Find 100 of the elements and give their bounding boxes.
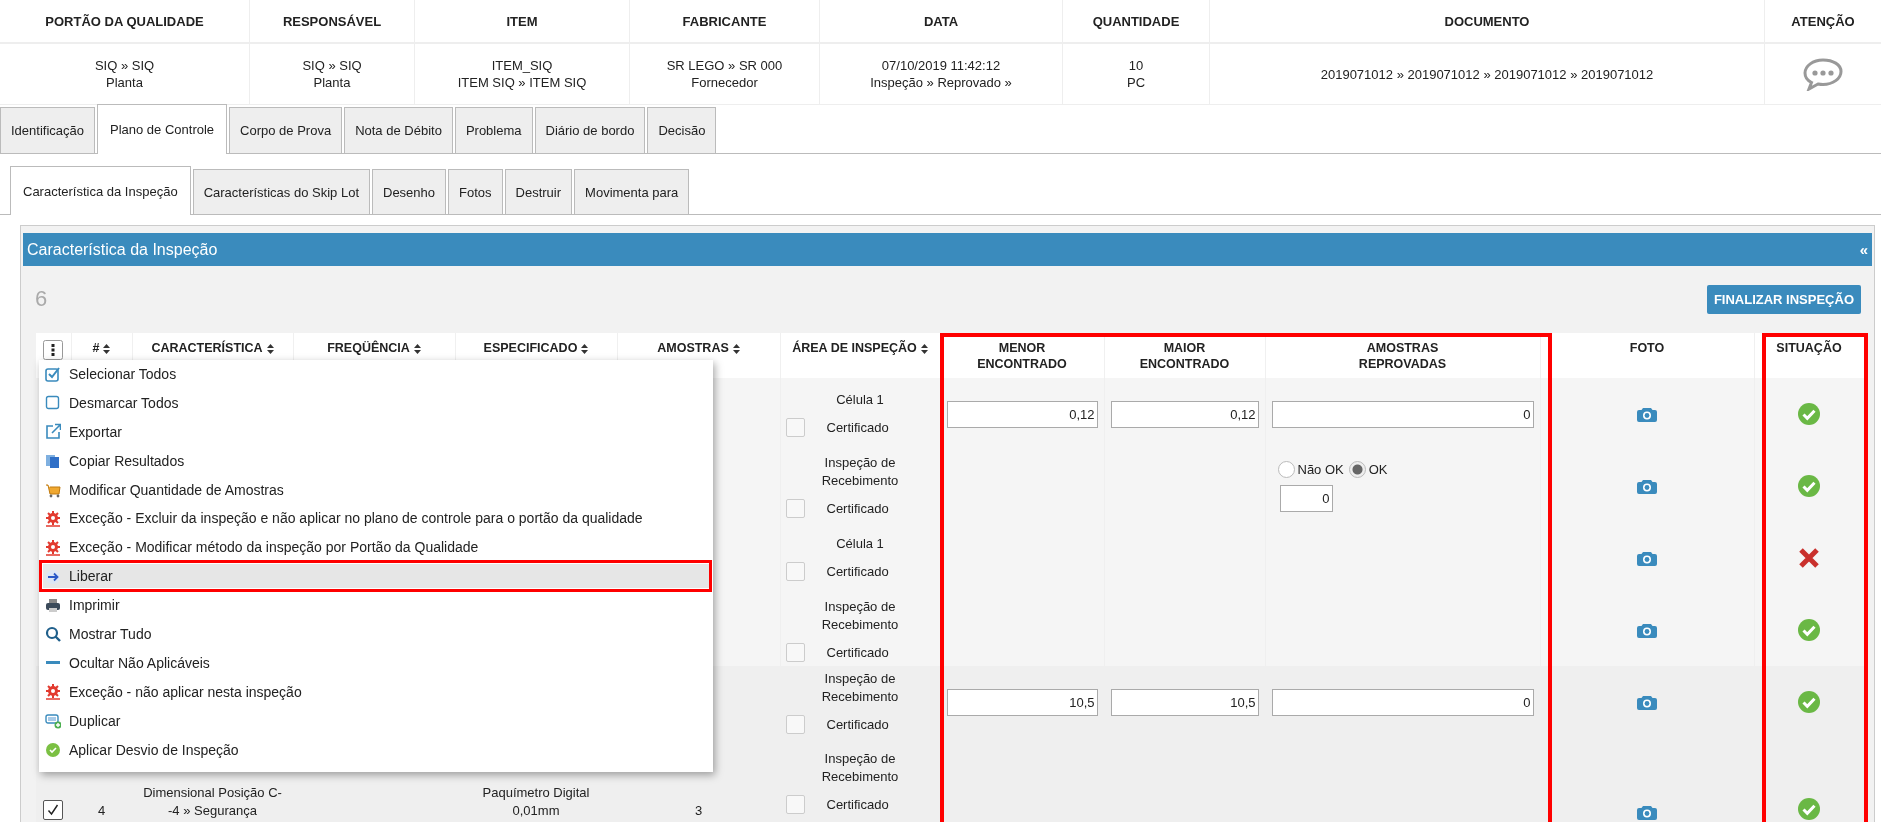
checkbox-checked-icon [45, 365, 61, 383]
radio-button[interactable] [1277, 461, 1295, 478]
camera-icon[interactable] [1637, 478, 1657, 494]
cell-text: SIQ » SIQ [302, 57, 362, 74]
tab[interactable]: Diário de bordo [534, 107, 646, 153]
rejected-samples-field[interactable]: 0 [1271, 400, 1534, 428]
column-header: RESPONSÁVEL [250, 0, 414, 44]
radio-button[interactable] [1348, 461, 1366, 478]
tab[interactable]: Identificação [0, 107, 95, 153]
tab[interactable]: Corpo de Prova [229, 107, 343, 153]
certified-checkbox[interactable] [785, 795, 805, 814]
more-options-button[interactable] [43, 340, 64, 360]
column-header: DOCUMENTO [1210, 0, 1764, 44]
camera-icon[interactable] [1637, 694, 1657, 710]
search-icon [45, 625, 61, 643]
column-header: ITEM [415, 0, 629, 44]
certified-label: Certificado [826, 562, 889, 581]
tab[interactable]: Movimenta para [574, 169, 690, 214]
menu-item[interactable]: Exportar [43, 419, 709, 444]
finish-inspection-button[interactable]: FINALIZAR INSPEÇÃO [1706, 284, 1861, 314]
tab[interactable]: Características do Skip Lot [192, 169, 370, 214]
checkbox-empty-icon [45, 394, 61, 412]
column-header[interactable]: FREQÜÊNCIA [327, 340, 410, 356]
samples-count: 3 [694, 803, 703, 818]
certified-checkbox[interactable] [785, 499, 805, 518]
certified-checkbox[interactable] [785, 418, 805, 437]
column-header: ATENÇÃO [1765, 0, 1881, 44]
cell-text: Fornecedor [691, 74, 758, 91]
camera-icon[interactable] [1637, 622, 1657, 638]
cell-text: Planta [313, 74, 351, 91]
inspection-area-text: Inspeção de Recebimento [820, 670, 900, 706]
column-header[interactable]: # [92, 340, 100, 356]
menu-item[interactable]: Desmarcar Todos [43, 390, 709, 415]
certified-label: Certificado [826, 643, 889, 662]
menu-item[interactable]: Selecionar Todos [43, 362, 709, 386]
menu-item[interactable]: Mostrar Tudo [43, 622, 709, 646]
inspection-area-text: Célula 1 [835, 391, 885, 409]
certified-checkbox[interactable] [785, 643, 805, 662]
min-found-field[interactable]: 0,12 [946, 400, 1098, 428]
characteristic-text: Dimensional Posição C- -4 » Segurança [143, 784, 282, 820]
cell-text: ITEM_SIQ [491, 57, 553, 74]
cell-text: Inspeção » Reprovado » [870, 74, 1012, 91]
sort-icon[interactable] [266, 343, 274, 354]
camera-icon[interactable] [1637, 550, 1657, 566]
menu-item[interactable]: Ocultar Não Aplicáveis [43, 650, 709, 675]
check-badge-icon [45, 741, 61, 759]
sort-icon[interactable] [732, 343, 740, 354]
tab[interactable]: Fotos [448, 169, 503, 214]
inspection-area-text: Inspeção de Recebimento [820, 598, 900, 634]
certified-checkbox[interactable] [785, 715, 805, 734]
sort-icon[interactable] [920, 343, 928, 354]
column-header: FABRICANTE [630, 0, 819, 44]
panel-title: Característica da Inspeção [27, 240, 218, 259]
menu-item[interactable]: Modificar Quantidade de Amostras [43, 477, 709, 502]
menu-item[interactable]: Exceção - Excluir da inspeção e não aplicar no plano de controle para o portão da qualidade [43, 506, 709, 531]
cart-icon [45, 481, 61, 499]
max-found-field[interactable]: 0,12 [1110, 400, 1259, 428]
tab[interactable]: Destruir [504, 169, 573, 214]
menu-item[interactable]: Duplicar [43, 708, 709, 733]
duplicate-icon [45, 712, 61, 730]
column-header: SITUAÇÃO [1776, 340, 1842, 356]
menu-item[interactable]: Exceção - Modificar método da inspeção por Portão da Qualidade [43, 535, 709, 560]
tab[interactable]: Problema [454, 107, 533, 153]
printer-icon [45, 596, 61, 614]
cell-text: Planta [106, 74, 143, 91]
row-checkbox[interactable] [43, 800, 64, 820]
rejected-samples-field[interactable]: 0 [1271, 688, 1534, 716]
camera-icon[interactable] [1637, 804, 1657, 820]
tab[interactable]: Plano de Controle [97, 104, 228, 154]
column-header: FOTO [1629, 340, 1665, 356]
gear-icon [45, 683, 61, 701]
cell-text: PC [1126, 74, 1146, 91]
minus-icon [46, 661, 60, 665]
menu-item[interactable]: Imprimir [43, 593, 709, 618]
menu-item[interactable]: Aplicar Desvio de Inspeção [43, 737, 709, 762]
column-header: DATA [820, 0, 1062, 44]
cell-text: 2019071012 » 2019071012 » 2019071012 » 2019071012 [1320, 65, 1654, 83]
certified-label: Certificado [826, 795, 889, 814]
inspection-area-text: Inspeção de Recebimento [820, 750, 900, 786]
gear-icon [45, 538, 61, 556]
collapse-button[interactable]: « [1859, 241, 1868, 258]
tab[interactable]: Nota de Débito [344, 107, 453, 153]
column-header[interactable]: AMOSTRAS [657, 340, 729, 356]
speech-bubble-icon[interactable] [1803, 57, 1843, 91]
camera-icon[interactable] [1637, 406, 1657, 422]
sort-icon[interactable] [581, 343, 589, 354]
inspection-area-text: Inspeção de Recebimento [820, 454, 900, 490]
sort-icon[interactable] [103, 343, 111, 354]
certified-checkbox[interactable] [785, 562, 805, 581]
gear-icon [45, 509, 61, 527]
menu-item[interactable]: Copiar Resultados [43, 448, 709, 473]
menu-item[interactable]: Exceção - não aplicar nesta inspeção [43, 679, 709, 704]
cell-text: SIQ » SIQ [94, 57, 155, 74]
max-found-field[interactable]: 10,5 [1110, 688, 1259, 716]
tab[interactable]: Decisão [647, 107, 717, 153]
sort-icon[interactable] [413, 343, 421, 354]
rejected-samples-field[interactable]: 0 [1279, 484, 1333, 512]
tab[interactable]: Desenho [372, 169, 447, 214]
min-found-field[interactable]: 10,5 [946, 688, 1098, 716]
tab[interactable]: Característica da Inspeção [10, 166, 191, 215]
